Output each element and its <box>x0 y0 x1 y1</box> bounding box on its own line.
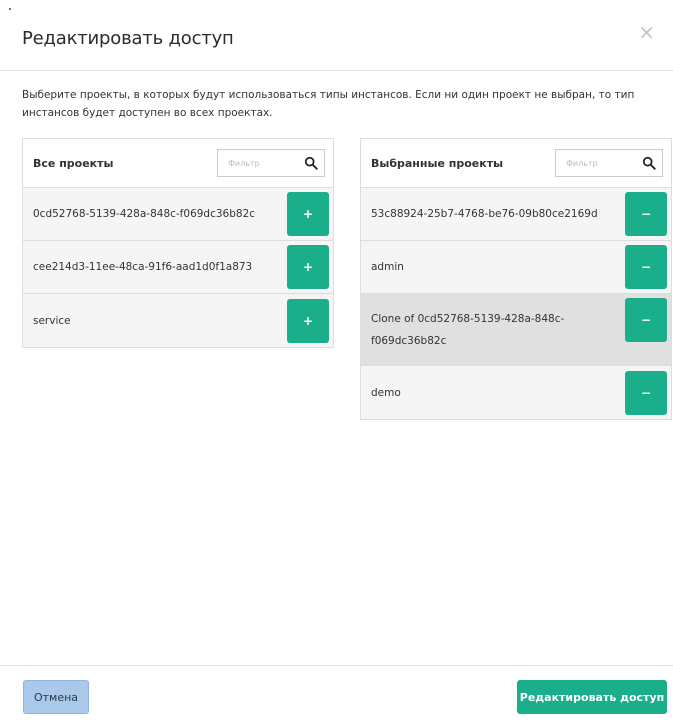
all-projects-header: Все проекты <box>23 139 333 188</box>
add-project-button[interactable]: + <box>287 298 329 343</box>
project-label: 0cd52768-5139-428a-848c-f069dc36b82c <box>33 208 256 220</box>
modal-description: Выберите проекты, в которых будут исполь… <box>22 89 635 119</box>
list-item: cee214d3-11ee-48ca-91f6-aad1d0f1a873 + <box>23 241 333 294</box>
search-icon[interactable] <box>304 156 318 170</box>
remove-project-button[interactable]: − <box>625 192 667 236</box>
modal-title: Редактировать доступ <box>22 28 234 49</box>
cancel-button[interactable]: Отмена <box>23 680 89 714</box>
all-projects-title: Все проекты <box>33 156 114 170</box>
selected-projects-header: Выбранные проекты <box>361 139 671 188</box>
close-icon[interactable]: × <box>638 22 655 42</box>
header-divider <box>0 70 673 71</box>
project-label: 53c88924-25b7-4768-be76-09b80ce2169d <box>371 208 598 220</box>
remove-project-button[interactable]: − <box>625 245 667 289</box>
search-icon[interactable] <box>642 156 656 170</box>
add-project-button[interactable]: + <box>287 245 329 289</box>
add-project-button[interactable]: + <box>287 192 329 236</box>
selected-projects-title: Выбранные проекты <box>371 156 504 170</box>
list-item: admin − <box>361 241 671 294</box>
all-projects-filter[interactable] <box>217 149 325 177</box>
all-projects-filter-input[interactable] <box>226 157 300 169</box>
remove-project-button[interactable]: − <box>625 298 667 342</box>
list-item: service + <box>23 294 333 347</box>
list-item: demo − <box>361 366 671 419</box>
all-projects-panel: Все проекты 0cd52768-5139-428a-848c-f069… <box>22 138 334 348</box>
list-item: 53c88924-25b7-4768-be76-09b80ce2169d − <box>361 188 671 241</box>
remove-project-button[interactable]: − <box>625 370 667 415</box>
selected-projects-filter-input[interactable] <box>564 157 638 169</box>
footer-divider <box>0 665 673 666</box>
edit-access-button[interactable]: Редактировать доступ <box>517 680 667 714</box>
project-label: cee214d3-11ee-48ca-91f6-aad1d0f1a873 <box>33 261 253 273</box>
project-label: demo <box>371 386 401 399</box>
list-item: 0cd52768-5139-428a-848c-f069dc36b82c + <box>23 188 333 241</box>
decorative-dot <box>9 8 11 10</box>
project-label: admin <box>371 261 404 273</box>
list-item: Clone of 0cd52768-5139-428a-848c-f069dc3… <box>361 294 671 366</box>
selected-projects-filter[interactable] <box>555 149 663 177</box>
selected-projects-panel: Выбранные проекты 53c88924-25b7-4768-be7… <box>360 138 672 420</box>
project-label: Clone of 0cd52768-5139-428a-848c-f069dc3… <box>371 312 565 347</box>
project-label: service <box>33 314 71 327</box>
